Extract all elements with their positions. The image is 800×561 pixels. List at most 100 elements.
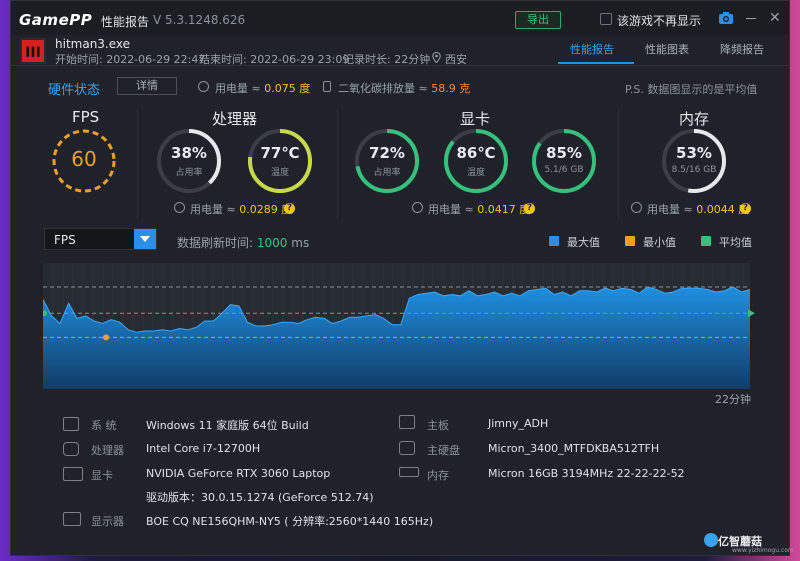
os-value: Windows 11 家庭版 64位 Build [146,419,309,432]
metric-select[interactable]: FPS [44,228,157,250]
section-divider [337,109,338,219]
refresh-interval: 数据刷新时间: 1000 ms [177,236,310,250]
gpu-usage-gauge: 72% 占用率 [354,128,420,194]
gpu-temp-label: 温度 [466,168,485,178]
legend-max-swatch [549,236,559,246]
camera-icon[interactable] [719,12,733,24]
avg-arrow-icon [748,309,755,318]
driver-version: 驱动版本：30.0.15.1274 (GeForce 512.74) [146,491,374,504]
disk-value: Micron_3400_MTFDKBA512TFH [488,442,660,455]
game-icon: III [20,38,46,64]
display-value: BOE CQ NE156QHM-NY5 ( 分辨率:2560*1440 165H… [146,515,434,528]
cpu-usage-value: 38% [171,144,207,162]
legend-min-label: 最小值 [643,236,676,249]
chevron-down-icon[interactable] [134,229,156,249]
watermark-url: www.yizhimogu.com [732,547,794,554]
cpu-power-icon [174,202,185,213]
close-icon[interactable]: ✕ [769,11,781,25]
tab-performance-chart[interactable]: 性能图表 [645,41,689,57]
disk-icon [399,441,415,455]
fps-title: FPS [72,108,100,126]
windows-icon [63,417,79,431]
cpu-usage-label: 占用率 [175,168,203,178]
cpu-chip-icon [63,442,79,456]
gpu-memory-label: 5.1/6 GB [544,165,584,175]
disk-label: 主硬盘 [427,444,460,457]
fps-area [43,286,750,389]
section-divider [137,109,138,219]
location-pin-icon [432,52,441,63]
details-button[interactable]: 详情 [117,77,177,95]
ram-title: 内存 [679,110,710,128]
watermark-logo-icon [704,533,718,547]
ram-usage-value: 53% [676,144,712,162]
tab-performance-report[interactable]: 性能报告 [570,41,614,57]
legend-avg-label: 平均值 [719,236,752,249]
hardware-status-label: 硬件状态 [48,83,101,98]
ram-usage-label: 8.5/16 GB [671,165,717,175]
gpu-power: 用电量 ≈ 0.0417 度 [428,203,531,216]
co2-icon [323,81,331,92]
total-power-label: 用电量 ≈ 0.075 度 [215,82,311,95]
gpu-memory-value: 85% [546,144,582,162]
cpu-temp-label: 温度 [270,168,289,178]
title-bar: GamePP 性能报告 V 5.3.1248.626 导出 该游戏不再显示 ✕ [11,1,789,35]
app-window: GamePP 性能报告 V 5.3.1248.626 导出 该游戏不再显示 ✕ … [10,0,790,556]
gpu-usage-value: 72% [369,144,405,162]
minimize-icon[interactable] [746,18,756,19]
gpu-temp-value: 86℃ [456,144,496,162]
board-value: Jimny_ADH [488,417,549,430]
fps-chart: 8160.0741 [43,263,761,389]
hide-game-checkbox[interactable] [600,13,612,25]
version-label: V 5.3.1248.626 [153,13,246,27]
memory-label: 内存 [427,469,449,482]
metric-select-value: FPS [54,233,76,247]
gpu-card-icon [63,467,83,481]
cpu-temp-value: 77℃ [260,144,300,162]
average-note: P.S. 数据图显示的是平均值 [625,83,758,96]
gpu-usage-label: 占用率 [373,168,401,178]
legend-avg-swatch [701,236,711,246]
hide-game-label[interactable]: 该游戏不再显示 [617,12,701,29]
co2-label: 二氧化碳排放量 ≈ 58.9 克 [338,82,471,95]
cpu-value: Intel Core i7-12700H [146,442,261,455]
motherboard-icon [399,415,415,429]
display-label: 显示器 [91,515,124,528]
cpu-help-icon[interactable]: ? [284,203,295,214]
x-axis-end-label: 22分钟 [715,393,751,406]
gpu-label: 显卡 [91,469,113,482]
legend-min-swatch [625,236,635,246]
export-button[interactable]: 导出 [515,11,561,29]
cpu-temp-gauge: 77℃ 温度 [247,128,313,194]
power-icon [198,81,209,92]
active-tab-indicator [558,62,634,64]
section-divider [618,109,619,219]
monitor-icon [63,512,81,526]
fps-area-chart: 8160.0741 [43,263,755,389]
app-logo: GamePP [19,11,93,29]
fps-gauge: 60 [51,128,117,194]
min-marker [103,334,109,341]
cpu-power: 用电量 ≈ 0.0289 度 [190,203,293,216]
gpu-value: NVIDIA GeForce RTX 3060 Laptop [146,467,331,480]
gpu-memory-gauge: 85% 5.1/6 GB [531,128,597,194]
cpu-label: 处理器 [91,444,124,457]
header-divider [11,65,789,66]
gpu-help-icon[interactable]: ? [524,203,535,214]
board-label: 主板 [427,419,449,432]
tab-throttle-report[interactable]: 降频报告 [720,41,764,57]
legend-max-label: 最大值 [567,236,600,249]
gpu-temp-gauge: 86℃ 温度 [443,128,509,194]
gpu-power-icon [412,202,423,213]
ram-power-icon [631,202,642,213]
memory-icon [399,467,419,477]
ram-usage-gauge: 53% 8.5/16 GB [661,128,727,194]
cpu-usage-gauge: 38% 占用率 [156,128,222,194]
gpu-title: 显卡 [460,110,491,128]
ram-help-icon[interactable]: ? [740,203,751,214]
window-title: 性能报告 [101,15,150,29]
cpu-title: 处理器 [212,110,258,128]
game-name: hitman3.exe [55,37,131,51]
fps-value: 60 [71,147,97,171]
ram-power: 用电量 ≈ 0.0044 度 [647,203,750,216]
